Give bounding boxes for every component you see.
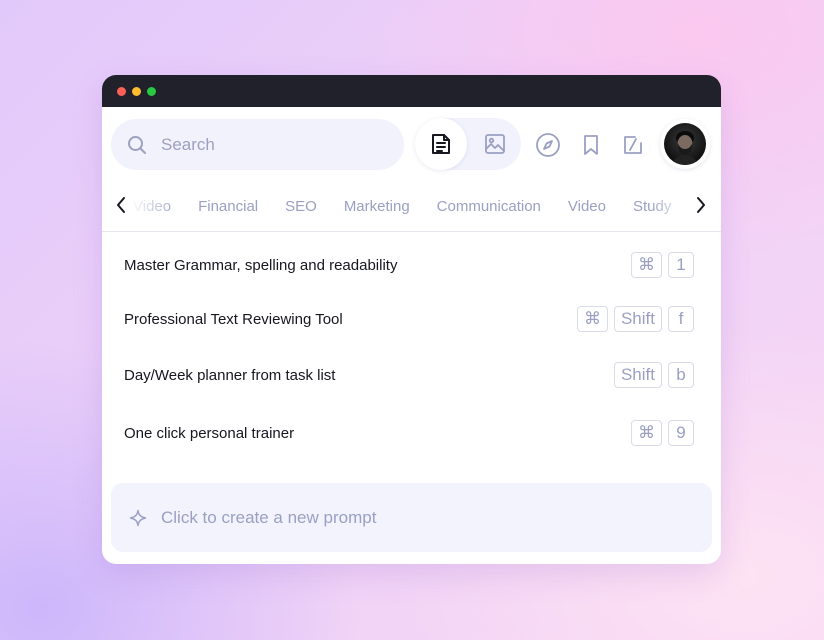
shortcut-keys: ⌘ 9 [625, 420, 694, 446]
mode-toggle [415, 118, 521, 170]
compass-icon [535, 132, 561, 158]
tabs-next-button[interactable] [690, 192, 712, 218]
app-window: Video Financial SEO Marketing Communicat… [102, 75, 721, 564]
shortcut-keys: ⌘ Shift f [571, 306, 694, 332]
shortcut-key: Shift [613, 306, 662, 332]
document-icon [429, 132, 453, 156]
explore-button[interactable] [534, 131, 562, 159]
prompt-label: One click personal trainer [124, 425, 295, 442]
tab-video[interactable]: Video [133, 198, 171, 215]
user-avatar [664, 123, 706, 165]
prompt-row[interactable]: One click personal trainer ⌘ 9 [102, 414, 721, 454]
bookmark-icon [579, 133, 603, 157]
text-mode-button[interactable] [415, 118, 467, 170]
chevron-left-icon [115, 196, 127, 214]
prompt-label: Day/Week planner from task list [124, 367, 336, 384]
shortcut-key: b [668, 362, 694, 388]
shortcut-keys: Shift b [608, 362, 694, 388]
prompt-label: Professional Text Reviewing Tool [124, 311, 343, 328]
tabs-viewport: Video Financial SEO Marketing Communicat… [130, 182, 688, 231]
shortcut-key: 1 [668, 252, 694, 278]
edit-icon [621, 133, 645, 157]
sparkle-icon [129, 509, 147, 527]
prompt-label: Master Grammar, spelling and readability [124, 257, 398, 274]
search-input[interactable] [159, 133, 383, 156]
shortcut-keys: ⌘ 1 [625, 252, 694, 278]
tab-communication[interactable]: Communication [437, 198, 541, 215]
search-icon [127, 135, 147, 155]
edit-button[interactable] [619, 131, 647, 159]
tab-seo[interactable]: SEO [285, 198, 317, 215]
new-prompt-label: Click to create a new prompt [161, 507, 377, 527]
image-icon [483, 132, 507, 156]
toolbar [102, 107, 721, 182]
chevron-right-icon [695, 196, 707, 214]
tab-study[interactable]: Study [633, 198, 671, 215]
tab-marketing[interactable]: Marketing [344, 198, 410, 215]
prompt-row[interactable]: Professional Text Reviewing Tool ⌘ Shift… [102, 300, 721, 340]
shortcut-key: f [668, 306, 694, 332]
new-prompt-button[interactable]: Click to create a new prompt [111, 483, 712, 552]
user-avatar-button[interactable] [660, 119, 710, 169]
title-bar [102, 75, 721, 107]
category-tabs: Video Financial SEO Marketing Communicat… [102, 182, 721, 232]
bookmarks-button[interactable] [577, 131, 605, 159]
image-mode-button[interactable] [469, 118, 521, 170]
shortcut-key: ⌘ [631, 252, 662, 278]
minimize-window-button[interactable] [132, 86, 141, 96]
shortcut-key: Shift [613, 362, 662, 388]
prompt-row[interactable]: Master Grammar, spelling and readability… [102, 246, 721, 286]
search-bar[interactable] [111, 119, 404, 170]
prompt-row[interactable]: Day/Week planner from task list Shift b [102, 356, 721, 396]
tab-video-2[interactable]: Video [568, 198, 606, 215]
shortcut-key: ⌘ [631, 420, 662, 446]
shortcut-key: ⌘ [576, 306, 608, 332]
shortcut-key: 9 [668, 420, 694, 446]
maximize-window-button[interactable] [147, 86, 156, 96]
tab-financial[interactable]: Financial [198, 198, 258, 215]
tabs-prev-button[interactable] [110, 192, 132, 218]
close-window-button[interactable] [117, 86, 126, 96]
